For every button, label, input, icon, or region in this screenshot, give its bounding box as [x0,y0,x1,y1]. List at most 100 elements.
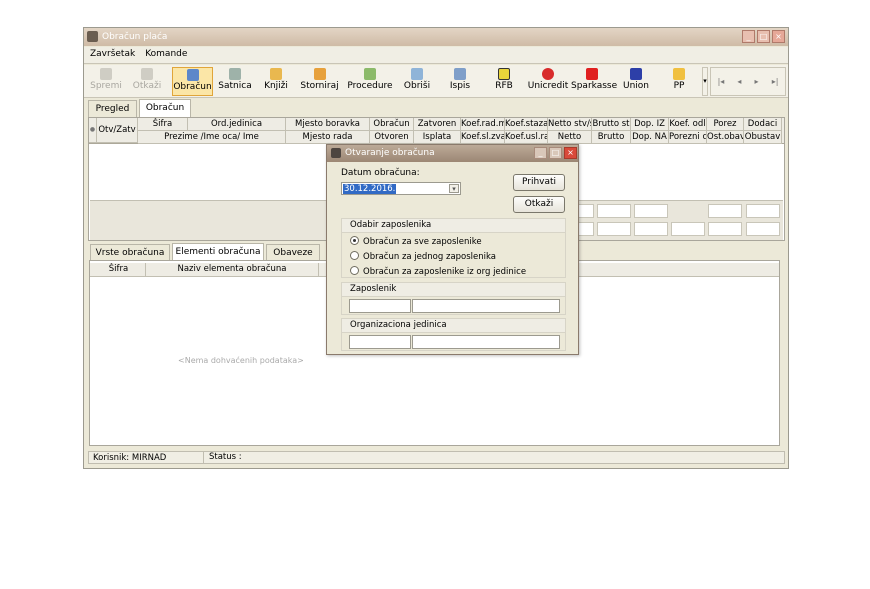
tab-pregled[interactable]: Pregled [88,100,137,117]
col-brutto-st[interactable]: Brutto st [592,118,631,131]
col-dodaci[interactable]: Dodaci [744,118,782,131]
status-bar: Korisnik: MIRNAD Status : [88,451,785,464]
status-text: Status : [203,452,242,463]
sparkasse-bank-icon [586,68,598,80]
cancel-dialog-button[interactable]: Otkaži [513,196,565,213]
col-obracun[interactable]: Obračun [370,118,414,131]
radio-icon [350,251,359,260]
col-mjesto-boravka[interactable]: Mjesto boravka [286,118,370,131]
dialog-close-button[interactable]: × [564,147,577,159]
procedure-button[interactable]: Procedure [345,67,395,96]
maximize-button[interactable]: □ [757,30,770,43]
col-sifra[interactable]: Šifra [138,118,188,131]
date-label: Datum obračuna: [341,168,420,178]
hours-button[interactable]: Satnica [215,67,255,96]
calculation-button[interactable]: Obračun [172,67,213,96]
total-cell [708,204,742,218]
tab-obaveze[interactable]: Obaveze [266,244,320,261]
col-element-naziv[interactable]: Naziv elementa obračuna [146,263,319,277]
date-field[interactable]: 30.12.2016. ▾ [341,182,461,195]
delete-button[interactable]: Obriši [398,67,436,96]
radio-org-unit[interactable]: Obračun za zaposlenike iz org jedinice [350,266,526,277]
col-otvoren[interactable]: Otvoren [370,131,414,144]
dialog-minimize-button[interactable]: _ [534,147,547,159]
next-record-icon[interactable]: ▸ [755,77,759,86]
toolbar: Spremi Otkaži Obračun Satnica Knjiži Sto… [84,65,788,98]
prev-record-icon[interactable]: ◂ [737,77,741,86]
col-koef-sl-zva[interactable]: Koef.sl.zva [461,131,505,144]
col-ost-obav[interactable]: Ost.obav [707,131,744,144]
unicredit-button[interactable]: Unicredit [527,67,569,96]
col-obustav[interactable]: Obustav [744,131,782,144]
col-zatvoren[interactable]: Zatvoren [414,118,461,131]
grid-header: ● Otv/Zatv Šifra Ord.jedinica Mjesto bor… [89,118,784,144]
minimize-button[interactable]: _ [742,30,755,43]
unicredit-bank-icon [542,68,554,80]
date-value: 30.12.2016. [343,184,397,194]
dialog-title: Otvaranje obračuna [345,148,435,158]
chevron-down-icon[interactable]: ▾ [449,184,459,193]
col-netto[interactable]: Netto [548,131,592,144]
radio-all-employees[interactable]: Obračun za sve zaposlenike [350,236,482,247]
menu-zavrsetak[interactable]: Završetak [84,47,139,59]
employee-code-field[interactable] [349,299,411,313]
radio-one-employee[interactable]: Obračun za jednog zaposlenika [350,251,496,262]
print-icon [454,68,466,80]
col-element-sifra[interactable]: Šifra [92,263,146,277]
sparkasse-button[interactable]: Sparkasse [571,67,617,96]
print-button[interactable]: Ispis [440,67,480,96]
total-cell [597,222,631,236]
app-icon [87,31,98,42]
col-porez[interactable]: Porez [707,118,744,131]
row-indicator: ● [89,118,97,143]
dialog-maximize-button[interactable]: □ [549,147,562,159]
col-dop-na[interactable]: Dop. NA [631,131,669,144]
col-ord-jedinica[interactable]: Ord.jedinica [188,118,286,131]
toolbar-overflow-button[interactable]: ▾ [702,67,708,96]
rfb-button[interactable]: RFB [484,67,524,96]
pp-button[interactable]: PP [659,67,699,96]
first-record-icon[interactable]: |◂ [718,77,725,86]
menu-komande[interactable]: Komande [139,47,191,59]
accept-button[interactable]: Prihvati [513,174,565,191]
col-koef-rad-m[interactable]: Koef.rad.m [461,118,505,131]
col-koef-odl[interactable]: Koef. odl [669,118,707,131]
org-unit-name-field[interactable] [412,335,560,349]
last-record-icon[interactable]: ▸| [772,77,779,86]
tab-elementi-obracuna[interactable]: Elementi obračuna [172,243,264,261]
reverse-button[interactable]: Storniraj [297,67,342,96]
post-button[interactable]: Knjiži [259,67,293,96]
col-prezime-ime[interactable]: Prezime /Ime oca/ Ime [138,131,286,144]
employee-name-field[interactable] [412,299,560,313]
menu-bar: Završetak Komande [84,47,788,64]
tab-vrste-obracuna[interactable]: Vrste obračuna [90,244,170,261]
tab-obracun[interactable]: Obračun [139,99,191,117]
col-mjesto-rada[interactable]: Mjesto rada [286,131,370,144]
col-brutto[interactable]: Brutto [592,131,631,144]
cancel-button[interactable]: Otkaži [127,67,167,96]
radio-icon [350,266,359,275]
col-koef-usl-ra[interactable]: Koef.usl.ra [505,131,548,144]
employee-group: Zaposlenik [341,282,566,315]
col-netto-stv[interactable]: Netto stv/s [548,118,592,131]
org-unit-group: Organizaciona jedinica [341,318,566,351]
total-cell [671,222,705,236]
col-isplata[interactable]: Isplata [414,131,461,144]
org-unit-code-field[interactable] [349,335,411,349]
dialog-titlebar: Otvaranje obračuna _ □ × [327,145,578,162]
org-unit-label: Organizaciona jedinica [342,319,565,333]
col-koef-staza[interactable]: Koef.staza [505,118,548,131]
col-porezni[interactable]: Porezni c [669,131,707,144]
employee-label: Zaposlenik [342,283,565,297]
col-otv-zatv[interactable]: Otv/Zatv [97,118,138,143]
reverse-icon [313,68,326,80]
union-button[interactable]: Union [617,67,655,96]
procedure-icon [364,68,376,80]
total-cell [597,204,631,218]
total-cell [634,204,668,218]
col-dop-iz[interactable]: Dop. IZ [631,118,669,131]
radio-selected-icon [350,236,359,245]
save-button[interactable]: Spremi [87,67,125,96]
close-button[interactable]: × [772,30,785,43]
group-title: Odabir zaposlenika [342,219,565,233]
